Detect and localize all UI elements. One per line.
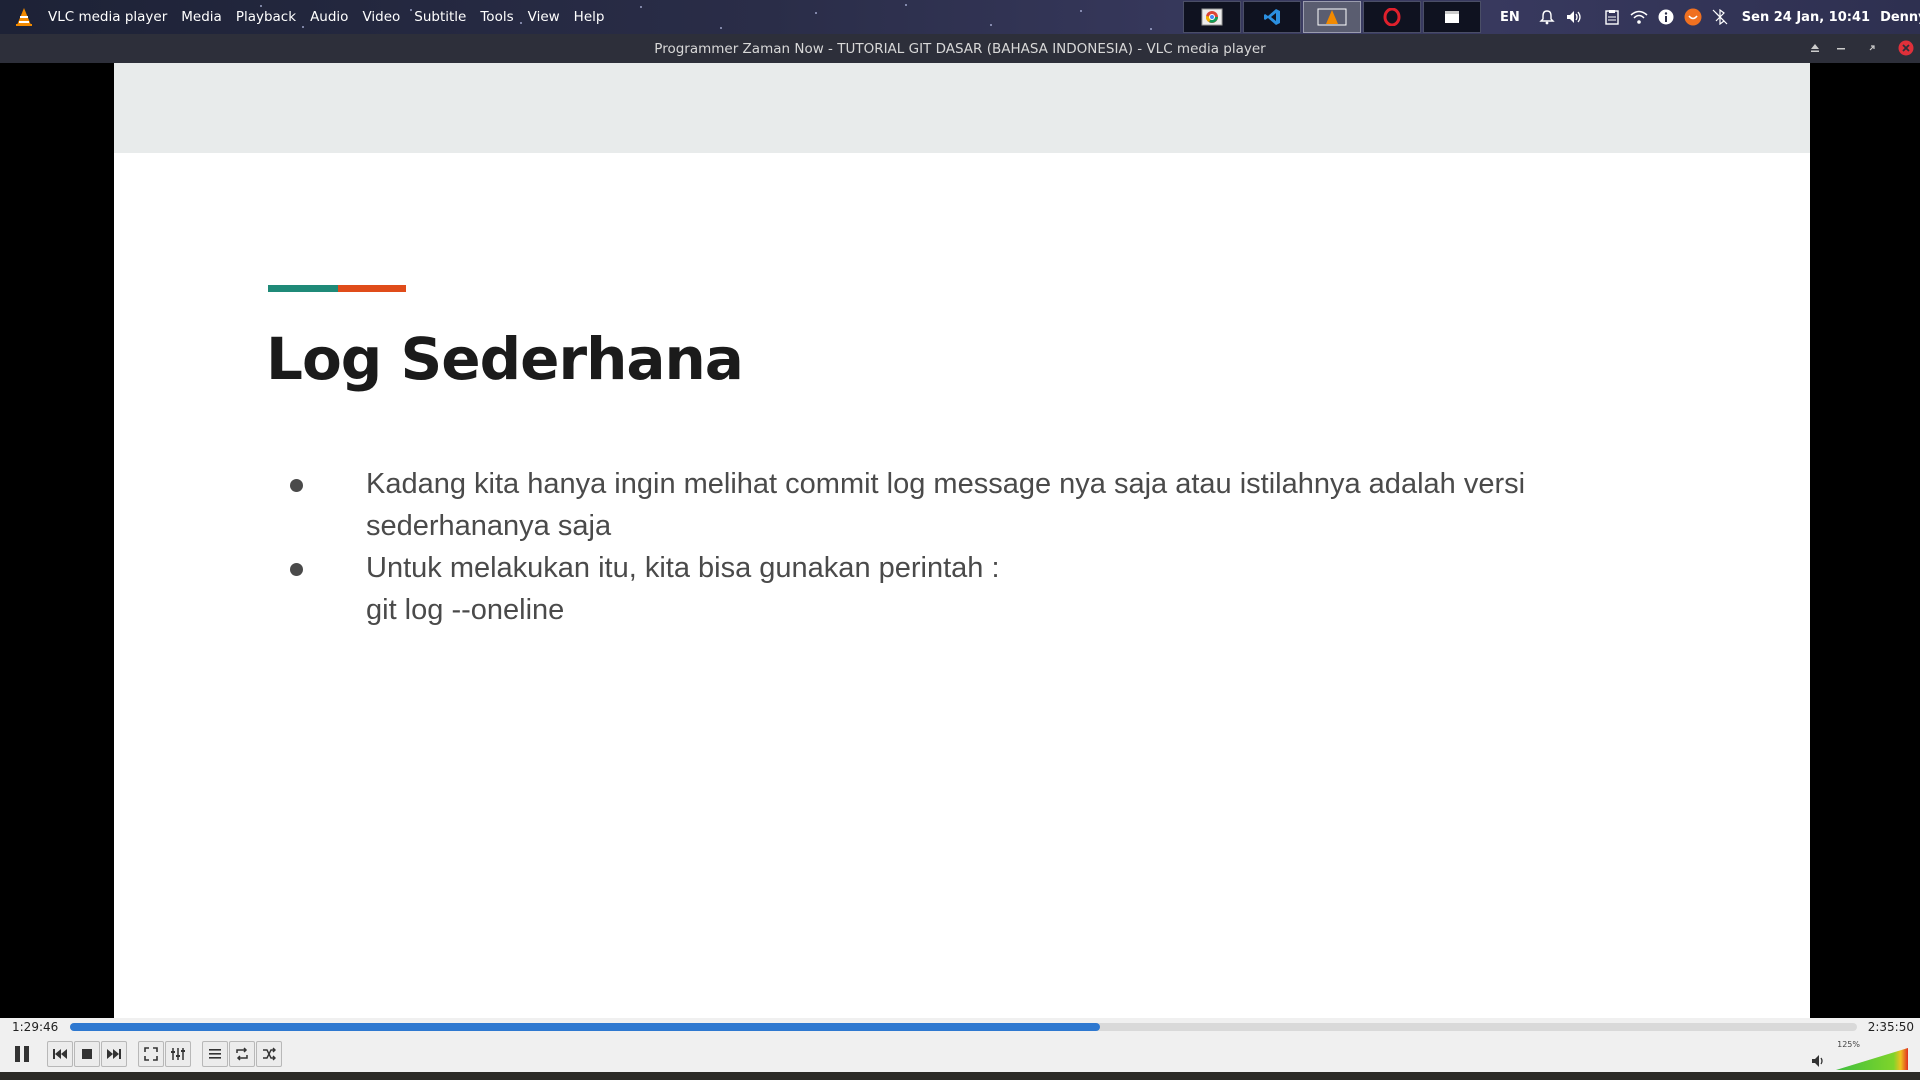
minimize-button[interactable] <box>1833 40 1849 56</box>
taskbar <box>1183 0 1483 34</box>
pause-button[interactable] <box>8 1040 36 1068</box>
accent-teal <box>268 285 338 292</box>
close-button[interactable] <box>1898 40 1914 56</box>
skip-previous-icon <box>53 1049 67 1059</box>
keyboard-language[interactable]: EN <box>1500 10 1520 25</box>
clipboard-icon[interactable] <box>1603 8 1621 26</box>
bullet-text: git log --oneline <box>366 594 565 626</box>
slide-accent-bar <box>268 285 406 292</box>
bullet-item: Kadang kita hanya ingin melihat commit l… <box>290 463 1690 547</box>
extended-settings-button[interactable] <box>165 1041 191 1067</box>
playlist-button[interactable] <box>202 1041 228 1067</box>
seek-progress <box>70 1023 1101 1031</box>
accent-orange <box>338 285 406 292</box>
slide-title: Log Sederhana <box>266 325 744 393</box>
opera-icon <box>1383 8 1401 26</box>
previous-button[interactable] <box>47 1041 73 1067</box>
loop-icon <box>236 1047 248 1061</box>
bell-icon[interactable] <box>1538 8 1556 26</box>
taskbar-vscode[interactable] <box>1243 1 1301 33</box>
bullet-text: sederhananya saja <box>366 510 612 542</box>
bluetooth-off-icon[interactable] <box>1711 8 1729 26</box>
time-total[interactable]: 2:35:50 <box>1868 1020 1914 1034</box>
menu-video[interactable]: Video <box>362 9 400 25</box>
bullet-dot <box>290 563 303 576</box>
menu-subtitle[interactable]: Subtitle <box>414 9 466 25</box>
system-tray: EN Sen 24 Jan, 10:41 DennyZain <box>1500 0 1920 34</box>
eject-icon <box>1811 44 1819 52</box>
menu-view[interactable]: View <box>528 9 560 25</box>
chrome-icon <box>1201 8 1223 26</box>
playlist-icon <box>209 1049 221 1059</box>
volume-control: 125% <box>1810 1040 1908 1070</box>
menu-playback[interactable]: Playback <box>236 9 296 25</box>
menu-help[interactable]: Help <box>574 9 605 25</box>
bullet-item: Untuk melakukan itu, kita bisa gunakan p… <box>290 547 1690 631</box>
shuffle-icon <box>263 1047 276 1061</box>
bullet-dot <box>290 479 303 492</box>
app-menu: VLC media player Media Playback Audio Vi… <box>0 0 618 34</box>
video-area[interactable]: Log Sederhana Kadang kita hanya ingin me… <box>0 63 1920 1018</box>
clock[interactable]: Sen 24 Jan, 10:41 <box>1742 10 1870 25</box>
stop-button[interactable] <box>74 1041 100 1067</box>
menu-media[interactable]: Media <box>181 9 222 25</box>
slide-header-band <box>114 63 1810 153</box>
fullscreen-button[interactable] <box>138 1041 164 1067</box>
app-tray-icon[interactable] <box>1684 8 1702 26</box>
window-icon <box>1445 11 1459 23</box>
pause-icon <box>15 1046 29 1062</box>
shade-button[interactable] <box>1807 40 1823 56</box>
bullet-text: Untuk melakukan itu, kita bisa gunakan p… <box>366 552 1000 584</box>
speaker-icon[interactable] <box>1565 8 1583 26</box>
slide-bullets: Kadang kita hanya ingin melihat commit l… <box>290 463 1690 631</box>
player-controls: 1:29:46 2:35:50 125% <box>0 1018 1920 1080</box>
menu-tools[interactable]: Tools <box>480 9 513 25</box>
app-name[interactable]: VLC media player <box>48 9 167 25</box>
stop-icon <box>82 1049 92 1059</box>
bullet-text: Kadang kita hanya ingin melihat commit l… <box>366 468 1526 500</box>
taskbar-opera[interactable] <box>1363 1 1421 33</box>
equalizer-icon <box>171 1048 185 1060</box>
volume-icon[interactable] <box>1810 1052 1828 1070</box>
loop-button[interactable] <box>229 1041 255 1067</box>
menu-audio[interactable]: Audio <box>310 9 348 25</box>
wifi-icon[interactable] <box>1630 8 1648 26</box>
close-icon <box>1898 40 1914 56</box>
taskbar-vlc[interactable] <box>1303 1 1361 33</box>
maximize-button[interactable] <box>1864 40 1880 56</box>
volume-label: 125% <box>1837 1040 1860 1049</box>
skip-next-icon <box>107 1049 121 1059</box>
seek-bar[interactable] <box>70 1023 1857 1031</box>
fullscreen-icon <box>144 1047 158 1061</box>
desktop-background-strip <box>0 1072 1920 1080</box>
top-panel: VLC media player Media Playback Audio Vi… <box>0 0 1920 34</box>
next-button[interactable] <box>101 1041 127 1067</box>
time-elapsed[interactable]: 1:29:46 <box>12 1020 58 1034</box>
vlc-icon <box>1317 8 1347 26</box>
window-title-bar[interactable]: Programmer Zaman Now - TUTORIAL GIT DASA… <box>0 34 1920 63</box>
shuffle-button[interactable] <box>256 1041 282 1067</box>
info-icon[interactable] <box>1657 8 1675 26</box>
vlc-icon[interactable] <box>14 7 34 27</box>
taskbar-chrome[interactable] <box>1183 1 1241 33</box>
minimize-icon <box>1837 48 1845 50</box>
taskbar-window[interactable] <box>1423 1 1481 33</box>
vscode-icon <box>1264 9 1280 25</box>
window-title: Programmer Zaman Now - TUTORIAL GIT DASA… <box>654 40 1266 57</box>
user-name[interactable]: DennyZain <box>1880 10 1920 25</box>
restore-icon <box>1869 45 1875 51</box>
volume-slider[interactable] <box>1836 1048 1908 1070</box>
control-buttons <box>8 1040 283 1068</box>
presentation-slide: Log Sederhana Kadang kita hanya ingin me… <box>114 63 1810 1018</box>
